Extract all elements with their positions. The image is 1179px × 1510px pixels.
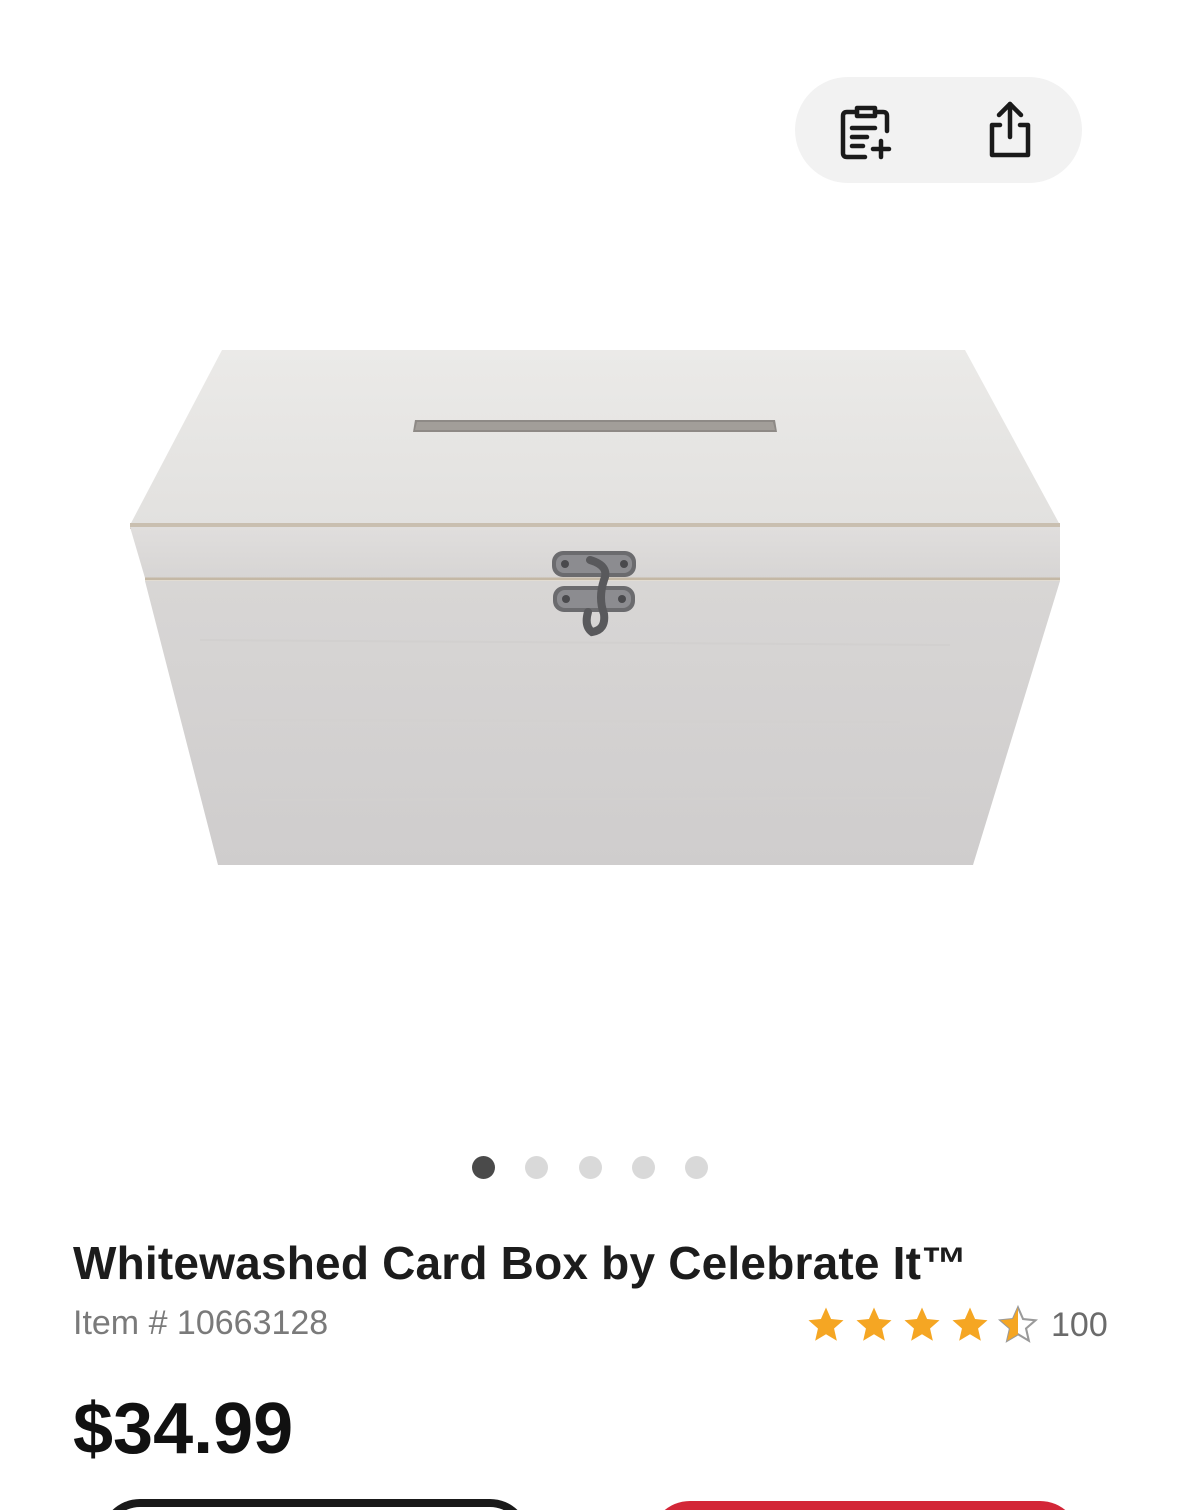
rating-stars xyxy=(805,1304,1039,1346)
rating-count: 100 xyxy=(1051,1305,1108,1344)
star-full-icon xyxy=(952,1307,988,1341)
share-icon xyxy=(989,101,1031,158)
carousel-dot-4[interactable] xyxy=(632,1156,655,1179)
product-price: $34.99 xyxy=(73,1389,294,1469)
star-full-icon xyxy=(808,1307,844,1341)
carousel-dot-2[interactable] xyxy=(525,1156,548,1179)
secondary-action-button[interactable] xyxy=(100,1499,530,1510)
product-rating[interactable]: 100 xyxy=(805,1304,1108,1346)
carousel-dot-5[interactable] xyxy=(685,1156,708,1179)
carousel-dot-1[interactable] xyxy=(472,1156,495,1179)
clipboard-add-icon xyxy=(840,105,892,160)
add-to-cart-button[interactable] xyxy=(650,1501,1080,1510)
star-half-icon xyxy=(997,1304,1039,1343)
whitewashed-card-box-image xyxy=(130,350,1060,865)
header-actions xyxy=(795,77,1082,183)
image-carousel-dots xyxy=(0,1156,1179,1180)
add-to-list-button[interactable] xyxy=(833,97,899,163)
item-number: Item # 10663128 xyxy=(73,1304,329,1342)
product-image[interactable] xyxy=(0,200,1179,1100)
share-button[interactable] xyxy=(977,97,1043,163)
star-full-icon xyxy=(856,1307,892,1341)
product-title: Whitewashed Card Box by Celebrate It™ xyxy=(73,1237,968,1289)
star-full-icon xyxy=(904,1307,940,1341)
carousel-dot-3[interactable] xyxy=(579,1156,602,1179)
